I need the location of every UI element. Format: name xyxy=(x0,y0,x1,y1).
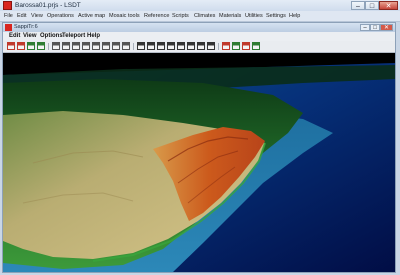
toolbar-separator xyxy=(133,43,134,50)
toolbar-separator xyxy=(48,43,49,50)
child-menu-teleport[interactable]: Teleport xyxy=(62,32,85,41)
terrain-viewport[interactable] xyxy=(3,53,395,272)
lighting-icon[interactable] xyxy=(177,42,185,50)
menu-materials[interactable]: Materials xyxy=(219,11,241,21)
render-icon[interactable] xyxy=(157,42,165,50)
menu-scripts[interactable]: Scripts xyxy=(172,11,189,21)
flag-icon[interactable] xyxy=(242,42,250,50)
menu-utilities[interactable]: Utilities xyxy=(245,11,263,21)
menu-active-map[interactable]: Active map xyxy=(78,11,105,21)
view-toolbar xyxy=(3,41,395,53)
child-menu-help[interactable]: Help xyxy=(87,32,100,41)
terrain-render[interactable] xyxy=(3,53,395,272)
export-icon[interactable] xyxy=(252,42,260,50)
menu-edit[interactable]: Edit xyxy=(17,11,26,21)
child-window-icon xyxy=(5,24,12,31)
child-minimize-button[interactable]: – xyxy=(360,24,370,31)
grid-icon[interactable] xyxy=(137,42,145,50)
menu-view[interactable]: View xyxy=(31,11,43,21)
child-menu-edit[interactable]: Edit xyxy=(9,32,20,41)
marker-green-icon[interactable] xyxy=(232,42,240,50)
app-title: Barossa01.prjs - LSDT xyxy=(15,2,81,9)
main-menu-bar: File Edit View Operations Active map Mos… xyxy=(0,11,400,22)
child-menu-view[interactable]: View xyxy=(23,32,37,41)
toolbar-separator xyxy=(218,43,219,50)
menu-reference[interactable]: Reference xyxy=(144,11,169,21)
water-icon[interactable] xyxy=(207,42,215,50)
child-window-title: SappiTr:6 xyxy=(14,24,38,30)
menu-settings[interactable]: Settings xyxy=(266,11,286,21)
terrain-view-window: SappiTr:6 – □ ✕ Edit View Options Telepo… xyxy=(2,22,396,273)
maximize-button[interactable]: □ xyxy=(365,1,379,10)
menu-operations[interactable]: Operations xyxy=(47,11,74,21)
child-maximize-button[interactable]: □ xyxy=(370,24,380,31)
zoom-icon[interactable] xyxy=(82,42,90,50)
fog-icon[interactable] xyxy=(187,42,195,50)
close-button[interactable]: ✕ xyxy=(379,1,398,10)
menu-climates[interactable]: Climates xyxy=(194,11,215,21)
orbit-icon[interactable] xyxy=(122,42,130,50)
marker-red-icon[interactable] xyxy=(222,42,230,50)
fly-icon[interactable] xyxy=(102,42,110,50)
child-menu-options[interactable]: Options xyxy=(40,32,63,41)
minimize-button[interactable]: – xyxy=(351,1,365,10)
wireframe-icon[interactable] xyxy=(147,42,155,50)
texture-icon[interactable] xyxy=(167,42,175,50)
rotate-icon[interactable] xyxy=(72,42,80,50)
save-view-icon[interactable] xyxy=(37,42,45,50)
undo-icon[interactable] xyxy=(7,42,15,50)
sky-icon[interactable] xyxy=(197,42,205,50)
child-close-button[interactable]: ✕ xyxy=(380,24,393,31)
menu-help[interactable]: Help xyxy=(289,11,300,21)
move-icon[interactable] xyxy=(62,42,70,50)
pan-icon[interactable] xyxy=(92,42,100,50)
walk-icon[interactable] xyxy=(112,42,120,50)
menu-mosaic-tools[interactable]: Mosaic tools xyxy=(109,11,140,21)
camera-icon[interactable] xyxy=(27,42,35,50)
select-icon[interactable] xyxy=(52,42,60,50)
app-logo-icon xyxy=(3,1,12,10)
menu-file[interactable]: File xyxy=(4,11,13,21)
redo-icon[interactable] xyxy=(17,42,25,50)
